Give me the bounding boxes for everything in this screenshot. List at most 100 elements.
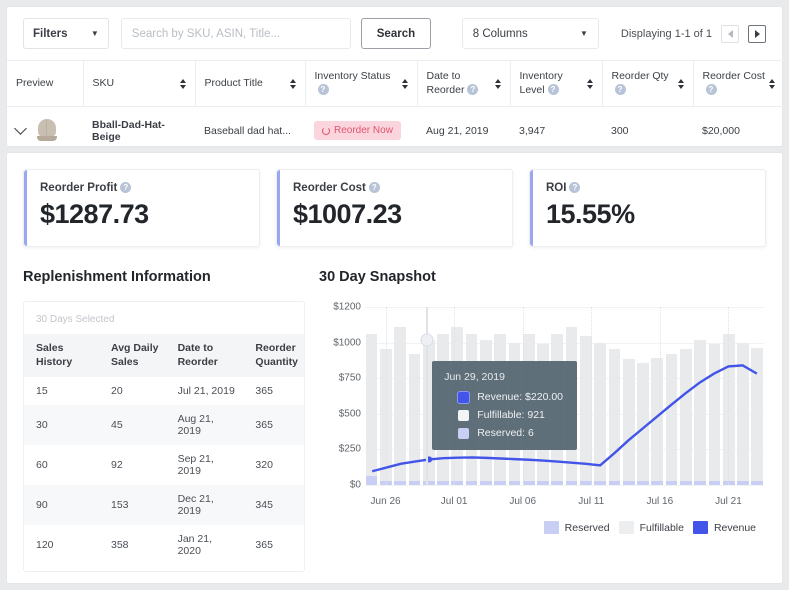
kpi-value: 15.55% <box>546 199 635 229</box>
search-button[interactable]: Search <box>361 18 431 49</box>
sort-toggle-sku[interactable] <box>179 78 186 89</box>
pagination-status: Displaying 1-1 of 1 <box>620 27 713 40</box>
col-sales-history: Sales History <box>24 334 99 378</box>
legend-item-revenue[interactable]: Revenue <box>692 521 756 534</box>
help-icon[interactable]: ? <box>614 84 626 96</box>
kpi-label: Reorder Cost <box>293 182 366 194</box>
x-axis-tick-label: Jun 26 <box>370 496 401 507</box>
y-axis-tick-label: $1000 <box>333 337 361 349</box>
table-header-row: Preview SKU Product Title Inventory Stat… <box>7 60 784 107</box>
pagination: Displaying 1-1 of 1 <box>620 24 767 43</box>
legend-item-fulfillable[interactable]: Fulfillable <box>618 521 684 534</box>
tooltip-row-revenue: Revenue: $220.00 <box>458 391 565 403</box>
y-axis-tick-label: $500 <box>338 408 361 420</box>
expand-row-chevron-icon[interactable] <box>14 122 27 135</box>
table-row[interactable]: Bball-Dad-Hat-Beige Baseball dad hat... … <box>7 106 784 155</box>
cell-inventory-status: Reorder Now <box>305 106 417 155</box>
chevron-left-icon <box>727 29 733 38</box>
prev-page-button[interactable] <box>721 24 740 43</box>
columns-label: 8 Columns <box>472 27 528 40</box>
x-axis-tick-label: Jul 16 <box>646 496 674 507</box>
y-axis-tick-label: $0 <box>349 479 361 491</box>
replenishment-row: 120 358 Jan 21, 2020 365 <box>24 525 304 565</box>
help-icon[interactable]: ? <box>368 182 380 194</box>
legend-item-reserved[interactable]: Reserved <box>543 521 610 534</box>
col-inventory-level[interactable]: Inventory Level? <box>510 60 603 107</box>
snapshot-section: 30 Day Snapshot $1200 $1000 $750 $500 $250 $0… <box>319 269 766 572</box>
sort-toggle-date-to-reorder[interactable] <box>494 78 501 89</box>
x-axis-tick-label: Jul 11 <box>578 496 605 507</box>
col-product-title[interactable]: Product Title <box>195 60 306 107</box>
replenishment-cell: 320 <box>255 459 273 472</box>
sort-toggle-inventory-status[interactable] <box>401 78 408 89</box>
columns-dropdown[interactable]: 8 Columns ▼ <box>461 18 599 49</box>
search-input[interactable] <box>131 27 341 40</box>
help-icon[interactable]: ? <box>547 84 559 96</box>
y-axis-tick-label: $750 <box>338 372 361 384</box>
col-repl-date-to-reorder: Date to Reorder <box>165 334 244 378</box>
x-axis-tick-label: Jul 01 <box>440 496 468 507</box>
col-sku[interactable]: SKU <box>83 60 196 107</box>
snapshot-chart[interactable]: $1200 $1000 $750 $500 $250 $0 Jun 26 Jul 01 Jul … <box>319 301 766 513</box>
replenishment-header-row: Sales History Avg Daily Sales Date to Re… <box>24 334 304 378</box>
replenishment-cell: 92 <box>111 459 123 472</box>
replenishment-row: 60 92 Sep 21, 2019 320 <box>24 445 304 485</box>
inventory-table-card: Filters ▼ Search 8 Columns ▼ Displaying … <box>6 6 784 155</box>
cell-inventory-level: 3,947 <box>510 106 602 155</box>
help-icon[interactable]: ? <box>467 84 479 96</box>
col-date-to-reorder[interactable]: Date to Reorder? <box>417 60 511 107</box>
help-icon[interactable]: ? <box>705 84 717 96</box>
x-axis-tick-label: Jul 21 <box>715 496 742 507</box>
col-reorder-cost[interactable]: Reorder Cost? <box>693 60 784 107</box>
tooltip-date: Jun 29, 2019 <box>444 371 505 384</box>
replenishment-cell: 345 <box>243 485 304 526</box>
reserved-swatch <box>543 521 559 534</box>
sort-toggle-product-title[interactable] <box>289 78 296 89</box>
next-page-button[interactable] <box>748 24 767 43</box>
cell-date-to-reorder: Aug 21, 2019 <box>417 106 510 155</box>
search-field[interactable] <box>120 18 352 49</box>
replenishment-cell: 90 <box>24 485 99 526</box>
detail-sections: Replenishment Information 30 Days Select… <box>7 247 782 573</box>
kpi-row: Reorder Profit? $1287.73 Reorder Cost? $… <box>7 153 782 247</box>
chevron-down-icon: ▼ <box>90 28 99 38</box>
replenishment-section: Replenishment Information 30 Days Select… <box>23 269 305 573</box>
x-axis-tick-label: Jul 06 <box>509 496 537 507</box>
col-reorder-qty[interactable]: Reorder Qty? <box>602 60 694 107</box>
y-axis-tick-label: $1200 <box>333 301 361 313</box>
filters-label: Filters <box>33 27 68 40</box>
help-icon[interactable]: ? <box>569 182 581 194</box>
replenishment-cell: 120 <box>36 539 54 552</box>
chevron-down-icon: ▼ <box>579 28 588 38</box>
help-icon[interactable]: ? <box>317 84 329 96</box>
kpi-label: ROI <box>546 182 567 194</box>
fulfillable-swatch <box>618 521 634 534</box>
sort-toggle-inventory-level[interactable] <box>586 78 593 89</box>
replenishment-row: 15 20 Jul 21, 2019 365 <box>24 377 304 405</box>
replenishment-cell: Aug 21, 2019 <box>165 405 244 446</box>
replenishment-cell: 365 <box>255 385 273 398</box>
fulfillable-swatch <box>458 409 470 421</box>
revenue-swatch <box>692 521 708 534</box>
replenishment-cell: Jan 21, 2020 <box>177 533 213 558</box>
y-axis-tick-label: $250 <box>338 443 361 455</box>
replenishment-cell: 153 <box>99 485 166 526</box>
detail-panel: Reorder Profit? $1287.73 Reorder Cost? $… <box>6 152 783 584</box>
filters-dropdown[interactable]: Filters ▼ <box>23 18 109 49</box>
replenishment-cell: 20 <box>111 385 123 398</box>
replenishment-cell: 45 <box>99 405 166 446</box>
sort-toggle-reorder-cost[interactable] <box>769 78 775 89</box>
inventory-table: Preview SKU Product Title Inventory Stat… <box>7 60 784 155</box>
replenishment-cell: Dec 21, 2019 <box>165 485 244 526</box>
help-icon[interactable]: ? <box>120 182 132 194</box>
col-inventory-status[interactable]: Inventory Status? <box>305 60 418 107</box>
replenishment-cell: 358 <box>111 539 129 552</box>
replenishment-title: Replenishment Information <box>23 269 211 285</box>
chart-legend: Reserved Fulfillable Revenue <box>319 513 766 534</box>
kpi-reorder-profit: Reorder Profit? $1287.73 <box>23 169 260 247</box>
replenishment-card: 30 Days Selected Sales History Avg Daily… <box>23 301 305 573</box>
replenishment-cell: 365 <box>243 405 304 446</box>
days-selected-note: 30 Days Selected <box>36 314 115 325</box>
sort-toggle-reorder-qty[interactable] <box>677 78 684 89</box>
chart-tooltip: Jun 29, 2019 Revenue: $220.00 Fulfillabl… <box>432 361 578 451</box>
